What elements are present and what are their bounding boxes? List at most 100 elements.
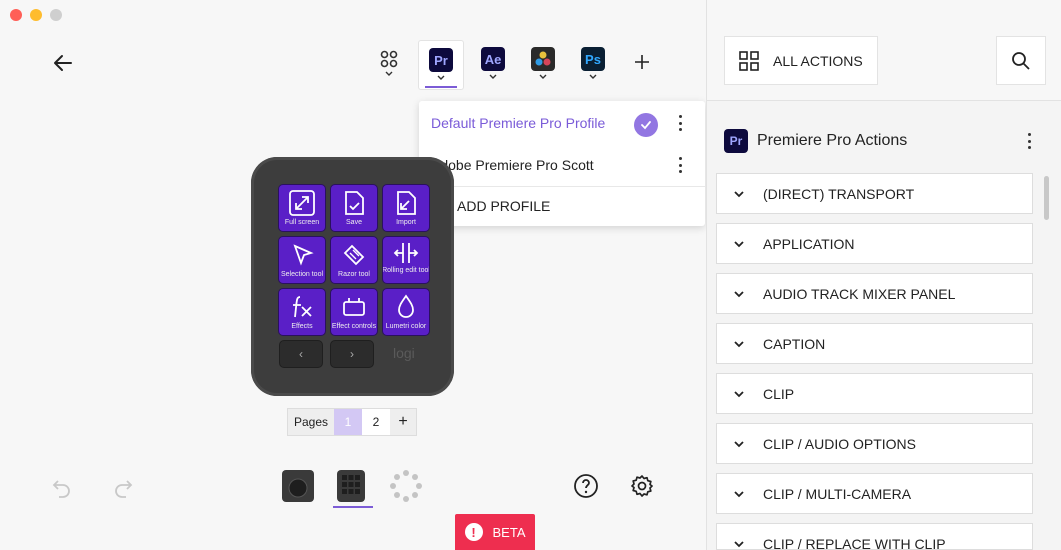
checkmark-icon [634,113,658,137]
chevron-down-icon [734,240,744,247]
category-clip-multi-camera[interactable]: CLIP / MULTI-CAMERA [716,473,1033,514]
key-save[interactable]: Save [330,184,378,232]
premiere-pro-icon: Pr [724,129,748,153]
key-rolling-edit-tool[interactable]: Rolling edit tool [382,236,430,284]
profile-label: Default Premiere Pro Profile [431,115,606,131]
chevron-down-icon [734,541,744,548]
import-icon [397,191,416,215]
app-all-apps[interactable] [366,40,412,90]
category-label: AUDIO TRACK MIXER PANEL [763,285,956,302]
zoom-window-button[interactable] [50,9,62,21]
pages-control: Pages 1 2 + [287,408,417,436]
category-audio-track-mixer-panel[interactable]: AUDIO TRACK MIXER PANEL [716,273,1033,314]
beta-badge[interactable]: ! BETA [455,514,535,550]
category-label: CLIP / REPLACE WITH CLIP [763,536,946,550]
key-effects[interactable]: Effects [278,288,326,336]
keypad-device-icon [337,470,365,502]
section-title: Premiere Pro Actions [757,132,908,149]
chevron-down-icon [539,74,547,79]
back-arrow-icon[interactable] [52,52,74,74]
add-profile-label: ADD PROFILE [457,198,551,214]
more-options-icon[interactable] [672,113,688,133]
chevron-down-icon [734,390,744,397]
page-2-button[interactable]: 2 [362,409,390,435]
device-select-dial[interactable] [281,469,317,507]
actions-panel: ALL ACTIONS Pr Premiere Pro Actions (DIR… [706,0,1061,550]
scrollbar[interactable] [1044,176,1049,220]
effect-controls-icon [343,298,365,316]
category-clip[interactable]: CLIP [716,373,1033,414]
add-page-button[interactable]: + [390,409,416,435]
category-direct-transport[interactable]: (DIRECT) TRANSPORT [716,173,1033,214]
app-premiere-pro[interactable]: Pr [418,40,464,90]
device-select-add[interactable] [389,469,425,507]
gear-icon[interactable] [629,473,655,499]
previous-page-key[interactable]: ‹ [279,340,323,368]
profile-item-scott[interactable]: Adobe Premiere Pro Scott [419,145,705,185]
category-label: (DIRECT) TRANSPORT [763,185,915,202]
key-import[interactable]: Import [382,184,430,232]
key-label: Rolling edit tool [382,267,430,274]
premiere-pro-icon: Pr [429,48,453,72]
category-label: CLIP / MULTI-CAMERA [763,485,912,502]
chevron-down-icon [734,490,744,497]
loading-spinner-icon [390,470,422,502]
category-clip-audio-options[interactable]: CLIP / AUDIO OPTIONS [716,423,1033,464]
key-label: Selection tool [280,271,324,278]
device-select-keypad[interactable] [333,469,373,508]
rolling-edit-icon [393,243,419,263]
chevron-down-icon [437,75,445,80]
category-label: CLIP [763,385,795,402]
key-selection-tool[interactable]: Selection tool [278,236,326,284]
category-label: APPLICATION [763,235,855,252]
chevron-down-icon [734,340,744,347]
after-effects-icon: Ae [481,47,505,71]
search-button[interactable] [996,36,1046,85]
dial-device-icon [282,470,314,502]
keypad-device: Full screen Save Import Selection tool R… [251,157,454,396]
more-options-icon[interactable] [672,155,688,175]
key-label: Razor tool [338,271,370,278]
category-clip-replace-with-clip[interactable]: CLIP / REPLACE WITH CLIP [716,523,1033,550]
undo-icon[interactable] [50,475,74,499]
chevron-down-icon [734,290,744,297]
all-actions-label: ALL ACTIONS [773,52,863,69]
key-full-screen[interactable]: Full screen [278,184,326,232]
app-after-effects[interactable]: Ae [470,40,516,90]
window-controls [10,9,62,21]
beta-label: BETA [492,524,526,540]
effects-icon [293,296,312,318]
close-window-button[interactable] [10,9,22,21]
category-application[interactable]: APPLICATION [716,223,1033,264]
all-actions-button[interactable]: ALL ACTIONS [724,36,878,85]
key-label: Import [396,219,416,226]
razor-tool-icon [343,244,365,266]
key-razor-tool[interactable]: Razor tool [330,236,378,284]
app-window: Pr Ae Ps Default Premiere Pro Profile Ad… [0,0,1061,550]
category-caption[interactable]: CAPTION [716,323,1033,364]
app-photoshop[interactable]: Ps [570,40,616,90]
alert-icon: ! [464,523,483,541]
more-options-icon[interactable] [1026,133,1032,149]
actions-panel-header: ALL ACTIONS [707,0,1061,101]
category-label: CAPTION [763,335,826,352]
key-lumetri-color[interactable]: Lumetri color [382,288,430,336]
help-icon[interactable] [573,473,599,499]
page-1-button[interactable]: 1 [334,409,362,435]
save-icon [345,191,364,215]
chevron-down-icon [385,71,393,76]
chevron-down-icon [734,190,744,197]
search-icon [1012,51,1030,70]
add-profile-button[interactable]: ADD PROFILE [419,187,705,225]
grid-icon [739,50,759,71]
redo-icon[interactable] [111,475,135,499]
apps-grid-icon [380,50,398,68]
app-davinci-resolve[interactable] [520,40,566,90]
next-page-key[interactable]: › [330,340,374,368]
key-label: Full screen [284,219,320,226]
add-app-icon[interactable] [632,52,652,72]
profile-item-default[interactable]: Default Premiere Pro Profile [419,103,705,143]
minimize-window-button[interactable] [30,9,42,21]
lumetri-color-icon [398,294,414,318]
key-effect-controls[interactable]: Effect controls [330,288,378,336]
